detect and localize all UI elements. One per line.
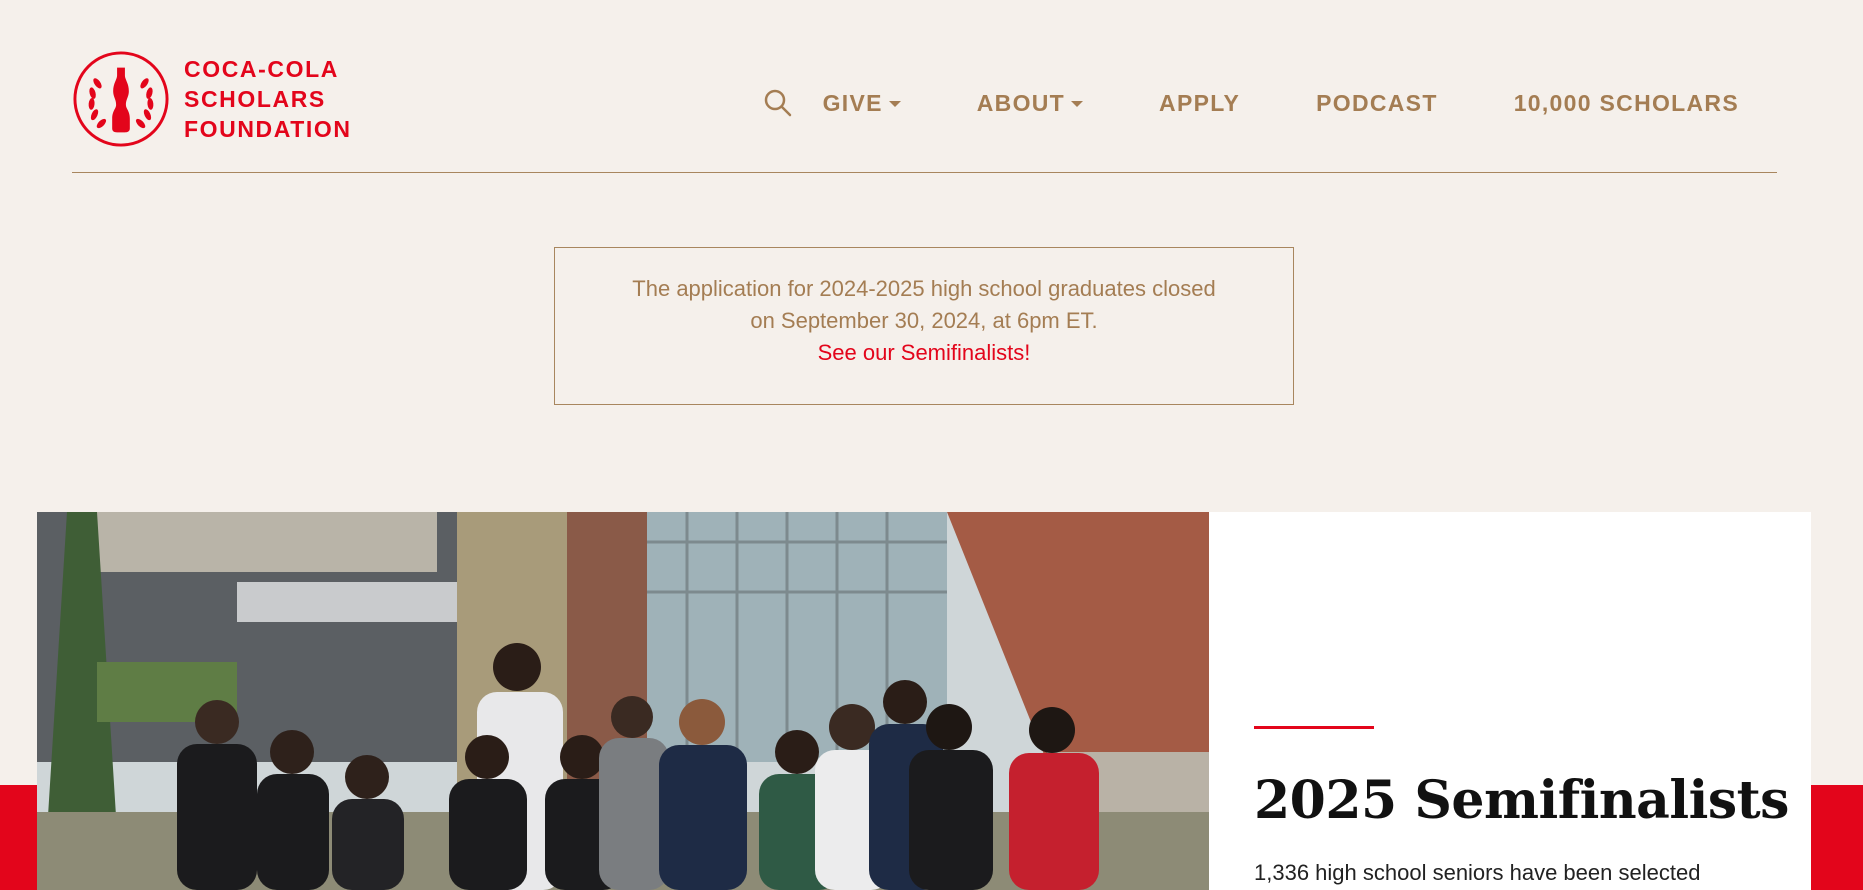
nav-apply[interactable]: APPLY	[1159, 90, 1240, 117]
search-icon[interactable]	[763, 88, 793, 118]
decorative-band-right	[1811, 785, 1863, 890]
nav-label: GIVE	[822, 89, 883, 116]
nav-about[interactable]: ABOUT	[976, 89, 1084, 117]
application-notice: The application for 2024-2025 high schoo…	[554, 247, 1294, 405]
notice-line: on September 30, 2024, at 6pm ET.	[750, 308, 1098, 333]
main-nav: GIVE ABOUT APPLY PODCAST 10,000 SCHOLARS	[763, 88, 1739, 118]
semifinalists-photo	[37, 512, 1209, 890]
nav-label: ABOUT	[976, 89, 1066, 116]
notice-line: The application for 2024-2025 high schoo…	[632, 276, 1216, 301]
nav-10000-scholars[interactable]: 10,000 SCHOLARS	[1514, 90, 1739, 117]
feature-title: 2025 Semifinalists	[1254, 770, 1789, 831]
semifinalists-link[interactable]: See our Semifinalists!	[555, 337, 1293, 369]
bottle-laurel-icon	[73, 51, 169, 147]
logo-line: FOUNDATION	[184, 116, 352, 142]
nav-podcast[interactable]: PODCAST	[1316, 90, 1438, 117]
logo-line: SCHOLARS	[184, 86, 326, 112]
decorative-band-left	[0, 785, 37, 890]
nav-give[interactable]: GIVE	[823, 90, 901, 117]
feature-panel: 2025 Semifinalists 1,336 high school sen…	[1209, 512, 1811, 890]
chevron-down-icon	[1071, 101, 1084, 107]
accent-rule	[1254, 726, 1374, 729]
chevron-down-icon	[888, 101, 901, 107]
nav-label: PODCAST	[1316, 89, 1438, 116]
site-header: COCA-COLA SCHOLARS FOUNDATION GIVE ABOUT…	[72, 0, 1777, 173]
logo-line: COCA-COLA	[184, 56, 339, 82]
logo-wordmark: COCA-COLA SCHOLARS FOUNDATION	[184, 54, 352, 144]
site-logo[interactable]: COCA-COLA SCHOLARS FOUNDATION	[72, 50, 352, 148]
feature-body: 1,336 high school seniors have been sele…	[1254, 860, 1701, 885]
nav-label: APPLY	[1159, 89, 1241, 116]
nav-label: 10,000 SCHOLARS	[1513, 89, 1739, 116]
